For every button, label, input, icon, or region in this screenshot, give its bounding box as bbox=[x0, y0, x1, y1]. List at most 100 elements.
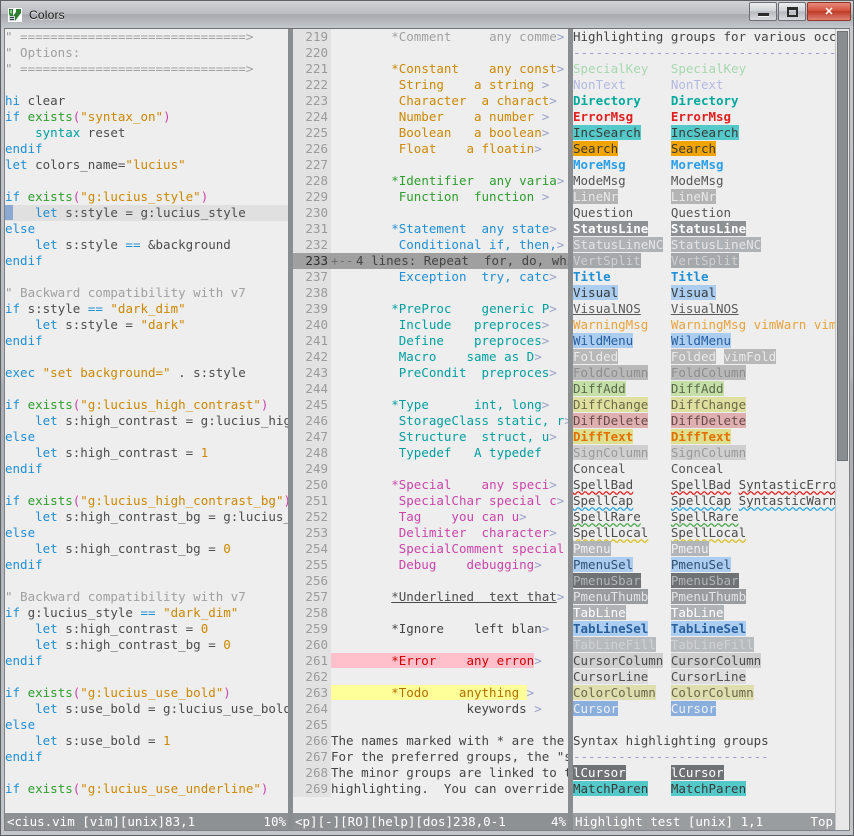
scrollbar-thumb[interactable] bbox=[837, 31, 848, 461]
line-number: 267 bbox=[293, 749, 331, 765]
code-span: "g:lucius_style" bbox=[80, 189, 200, 204]
code-text: Include preproces> bbox=[331, 317, 549, 333]
code-span: > bbox=[542, 109, 550, 124]
code-text: *Ignore left blan> bbox=[331, 621, 549, 637]
code-span bbox=[648, 589, 671, 604]
code-span bbox=[331, 397, 391, 412]
statusline-right-file: Highlight test [unix] 1,1 bbox=[575, 813, 763, 830]
highlight-group-row: IncSearch IncSearch bbox=[573, 125, 739, 141]
code-row: Folded Folded vimFold bbox=[573, 349, 835, 365]
code-span: > bbox=[564, 413, 568, 428]
code-span: Cursor bbox=[671, 701, 716, 716]
code-row: TabLineFill TabLineFill bbox=[573, 637, 835, 653]
line-number: 261 bbox=[293, 653, 331, 669]
pane-right-body[interactable]: Highlighting groups for various occasio>… bbox=[573, 29, 835, 813]
code-span: Pmenu bbox=[671, 541, 709, 556]
code-row: 266The names marked with * are the p> bbox=[293, 733, 568, 749]
code-span: left blan bbox=[444, 621, 542, 636]
code-span: For the preferred groups, the "sy bbox=[331, 749, 568, 764]
code-text: endif bbox=[5, 333, 43, 349]
code-row bbox=[5, 77, 288, 93]
code-span bbox=[648, 365, 671, 380]
line-number: 253 bbox=[293, 525, 331, 541]
highlight-group-row: TabLineSel TabLineSel bbox=[573, 621, 746, 637]
code-row: 224 Number a number > bbox=[293, 109, 568, 125]
code-span: StatusLineNC bbox=[671, 237, 761, 252]
code-span: " bbox=[5, 29, 13, 44]
code-span: > bbox=[557, 173, 565, 188]
code-span: Question bbox=[671, 205, 731, 220]
pane-syntax-help[interactable]: 219 *Comment any comme>220221 *Constant … bbox=[293, 29, 568, 830]
code-span bbox=[331, 509, 399, 524]
highlight-group-row: SpellRare SpellRare bbox=[573, 509, 739, 525]
vertical-scrollbar[interactable] bbox=[835, 29, 849, 830]
code-span: 0 bbox=[223, 541, 231, 556]
code-row: Question Question bbox=[573, 205, 835, 221]
pane-highlight-test[interactable]: Highlighting groups for various occasio>… bbox=[573, 29, 835, 830]
code-row: 251 SpecialChar special c> bbox=[293, 493, 568, 509]
pane-lucius-vim[interactable]: " ==============================>" Optio… bbox=[5, 29, 288, 830]
code-span: --------------------------------------- bbox=[573, 45, 835, 60]
highlight-group-row: Conceal Conceal bbox=[573, 461, 724, 477]
code-text: let s:high_contrast_bg = g:lucius_> bbox=[5, 509, 288, 525]
code-span: Include bbox=[399, 317, 452, 332]
code-row: 226 Float a floatin> bbox=[293, 141, 568, 157]
close-button[interactable]: ✕ bbox=[807, 2, 851, 21]
code-text: " Backward compatibility with v7 bbox=[5, 285, 246, 301]
code-span: ErrorMsg bbox=[573, 109, 633, 124]
code-span: The minor groups are linked to th bbox=[331, 765, 568, 780]
code-span: same as D bbox=[436, 349, 534, 364]
pane-left-body[interactable]: " ==============================>" Optio… bbox=[5, 29, 288, 813]
code-span: endif bbox=[5, 653, 43, 668]
code-text: The names marked with * are the p> bbox=[331, 733, 568, 749]
line-number: 223 bbox=[293, 93, 331, 109]
code-span: a boolean bbox=[451, 125, 541, 140]
fold-marker[interactable]: +-- bbox=[331, 253, 341, 269]
line-number: 260 bbox=[293, 637, 331, 653]
line-number: 247 bbox=[293, 429, 331, 445]
line-number: 222 bbox=[293, 77, 331, 93]
maximize-button[interactable] bbox=[778, 2, 806, 21]
code-row: PmenuThumb PmenuThumb bbox=[573, 589, 835, 605]
code-span: else bbox=[5, 221, 35, 236]
code-span: DiffAdd bbox=[573, 381, 626, 396]
statusline-right: Highlight test [unix] 1,1 Top bbox=[573, 813, 835, 830]
code-span: DiffDelete bbox=[671, 413, 746, 428]
code-text: if exists("g:lucius_use_bold") bbox=[5, 685, 231, 701]
highlight-group-row: MoreMsg MoreMsg bbox=[573, 157, 724, 173]
code-span: IncSearch bbox=[671, 125, 739, 140]
code-span: SpecialKey bbox=[671, 61, 746, 76]
code-row: endif bbox=[5, 461, 288, 477]
code-span: Visual bbox=[573, 285, 618, 300]
code-span: CursorColumn bbox=[671, 653, 761, 668]
code-row: 233+-- 4 lines: Repeat for, do, whi bbox=[293, 253, 568, 269]
code-row: 223 Character a charact> bbox=[293, 93, 568, 109]
title-bar[interactable]: Colors ✕ bbox=[1, 1, 853, 28]
code-span: > bbox=[549, 93, 557, 108]
code-span: "dark_dim" bbox=[110, 301, 185, 316]
highlight-group-row: Search Search bbox=[573, 141, 716, 157]
code-text: if exists("g:lucius_style") bbox=[5, 189, 208, 205]
code-span: you can u bbox=[421, 509, 519, 524]
highlight-group-row: FoldColumn FoldColumn bbox=[573, 365, 746, 381]
code-text: Macro same as D> bbox=[331, 349, 542, 365]
code-text: let s:high_contrast = g:lucius_hig> bbox=[5, 413, 288, 429]
code-text: StorageClass static, r> bbox=[331, 413, 568, 429]
minimize-button[interactable] bbox=[749, 2, 777, 21]
code-text: SpecialChar special c> bbox=[331, 493, 564, 509]
gvim-icon bbox=[7, 7, 23, 23]
code-span: exists bbox=[28, 397, 73, 412]
code-span: DiffChange bbox=[573, 397, 648, 412]
code-span: Delimiter bbox=[399, 525, 467, 540]
code-span: g:lucius_style bbox=[20, 605, 140, 620]
code-span: " Backward compatibility with v7 bbox=[5, 285, 246, 300]
pane-middle-body[interactable]: 219 *Comment any comme>220221 *Constant … bbox=[293, 29, 568, 813]
code-span: else bbox=[5, 429, 35, 444]
code-span bbox=[641, 573, 671, 588]
code-span: Debug bbox=[399, 557, 437, 572]
code-span: A typedef bbox=[451, 445, 541, 460]
code-span: function bbox=[459, 189, 542, 204]
code-span: SpecialChar bbox=[399, 493, 482, 508]
code-span: Function bbox=[399, 189, 459, 204]
highlight-group-row: SpellBad SpellBad SyntasticError bbox=[573, 477, 835, 493]
